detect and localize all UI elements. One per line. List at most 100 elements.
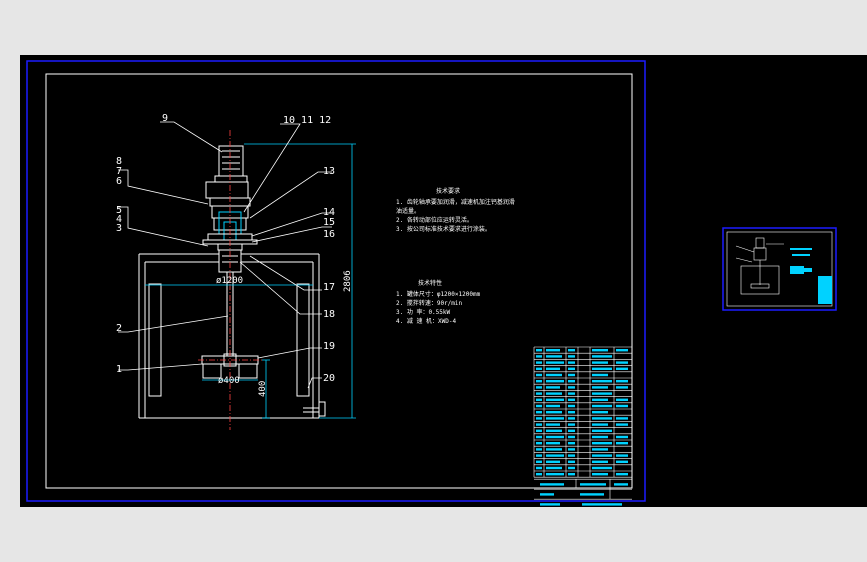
part-label: 1 (116, 364, 122, 375)
bom-cell-mark (592, 392, 612, 395)
bom-cell-mark (592, 373, 608, 377)
notes-line: 2. 各转动部位应运转灵活。 (396, 216, 473, 224)
specs-title: 技术特性 (418, 279, 442, 287)
bom-cell-mark (592, 473, 608, 476)
bom-cell-mark (546, 448, 562, 451)
bom-cell-mark (568, 380, 575, 383)
bom-cell-mark (536, 373, 542, 377)
part-label: 10 11 12 (283, 115, 331, 126)
bom-cell-mark (536, 423, 542, 426)
bom-cell-mark (536, 398, 542, 401)
bom-cell-mark (616, 442, 628, 445)
notes-line: 油适量。 (396, 207, 420, 215)
part-label: 19 (323, 341, 335, 352)
part-label: 6 (116, 176, 122, 187)
bom-cell-mark (568, 373, 575, 377)
bom-cell-mark (546, 460, 560, 463)
title-block-mark (580, 493, 604, 496)
bom-cell-mark (568, 460, 575, 463)
bom-cell-mark (592, 404, 612, 408)
reducer (205, 181, 249, 199)
bom-cell-mark (536, 442, 542, 445)
cad-viewer: ø1200 ø400 400 2806 9 10 11 12 8 7 6 13 … (0, 0, 867, 562)
dim-impeller-height: 400 (258, 381, 268, 397)
bom-cell-mark (568, 355, 575, 358)
dim-total-height: 2806 (343, 270, 353, 292)
baffle-left (148, 283, 162, 397)
bom-cell-mark (592, 398, 608, 401)
bom-cell-mark (568, 411, 575, 414)
bom-cell-mark (616, 473, 628, 476)
thumbnail-drawing (735, 237, 784, 295)
bom-cell-mark (536, 429, 542, 432)
part-label: 9 (162, 113, 168, 124)
thumbnail-frame (726, 231, 833, 307)
bom-cell-mark (546, 355, 562, 358)
bom-cell-mark (568, 454, 575, 457)
bom-cell-mark (592, 380, 612, 383)
bom-cell-mark (592, 454, 612, 457)
specs-line: 2. 搅拌转速：90r/min (396, 299, 463, 307)
bom-cell-mark (536, 460, 542, 463)
bom-cell-mark (616, 460, 628, 463)
bom-cell-mark (546, 417, 564, 420)
bom-cell-mark (592, 386, 608, 389)
bom-cell-mark (536, 380, 542, 383)
bom-cell-mark (592, 355, 612, 358)
main-viewport-border[interactable] (26, 60, 646, 502)
technical-specs: 技术特性 1. 罐体尺寸：φ1200×1200mm 2. 搅拌转速：90r/mi… (396, 279, 481, 325)
bom-cell-mark (592, 367, 612, 370)
specs-line: 1. 罐体尺寸：φ1200×1200mm (396, 290, 481, 298)
bom-cell-mark (568, 386, 575, 389)
bom-cell-mark (592, 417, 612, 420)
bom-cell-mark (546, 429, 562, 432)
bom-cell-mark (546, 473, 564, 476)
bom-cell-mark (546, 367, 560, 370)
bom-cell-mark (616, 417, 628, 420)
part-label: 17 (323, 282, 335, 293)
bom-cell-mark (568, 361, 575, 364)
bom-cell-mark (592, 429, 612, 432)
bom-cell-mark (546, 349, 560, 352)
technical-requirements: 技术要求 1. 齿轮轴承要加润滑，减速机加注钙基润滑 油适量。 2. 各转动部位… (396, 187, 515, 233)
bill-of-materials (533, 346, 633, 506)
bom-cell-mark (568, 473, 575, 476)
bom-cell-mark (616, 423, 628, 426)
bom-cell-mark (616, 380, 628, 383)
bom-cell-mark (568, 398, 575, 401)
title-block-mark (614, 483, 628, 486)
bom-cell-mark (568, 404, 575, 408)
bom-cell-mark (568, 435, 575, 439)
bom-cell-mark (546, 361, 564, 364)
bom-cell-mark (546, 454, 564, 457)
bom-cell-mark (536, 392, 542, 395)
bom-cell-mark (536, 404, 542, 408)
bom-cell-mark (536, 367, 542, 370)
bom-cell-mark (536, 473, 542, 476)
bom-cell-mark (546, 423, 560, 426)
bom-cell-mark (568, 442, 575, 445)
bom-cell-mark (616, 361, 628, 364)
bom-cell-mark (536, 466, 542, 470)
bom-cell-mark (546, 392, 562, 395)
part-label: 15 (323, 217, 335, 228)
bom-cell-mark (592, 349, 608, 352)
bom-cell-mark (592, 435, 608, 439)
part-label: 16 (323, 229, 335, 240)
bom-cell-mark (592, 448, 608, 451)
bom-cell-mark (546, 435, 564, 439)
bom-cell-mark (546, 373, 562, 377)
bom-cell-mark (616, 435, 628, 439)
bom-cell-mark (616, 349, 628, 352)
bom-cell-mark (546, 398, 564, 401)
bom-cell-mark (536, 411, 542, 414)
bom-cell-mark (536, 417, 542, 420)
cad-drawing-canvas[interactable]: ø1200 ø400 400 2806 9 10 11 12 8 7 6 13 … (0, 0, 867, 562)
bom-cell-mark (536, 454, 542, 457)
notes-title: 技术要求 (436, 187, 460, 195)
dim-impeller-diameter: ø400 (218, 376, 240, 386)
specs-line: 4. 减 速 机：XWD-4 (396, 317, 457, 325)
bom-cell-mark (616, 454, 628, 457)
bom-cell-mark (568, 367, 575, 370)
thumbnail-notes (790, 248, 832, 304)
